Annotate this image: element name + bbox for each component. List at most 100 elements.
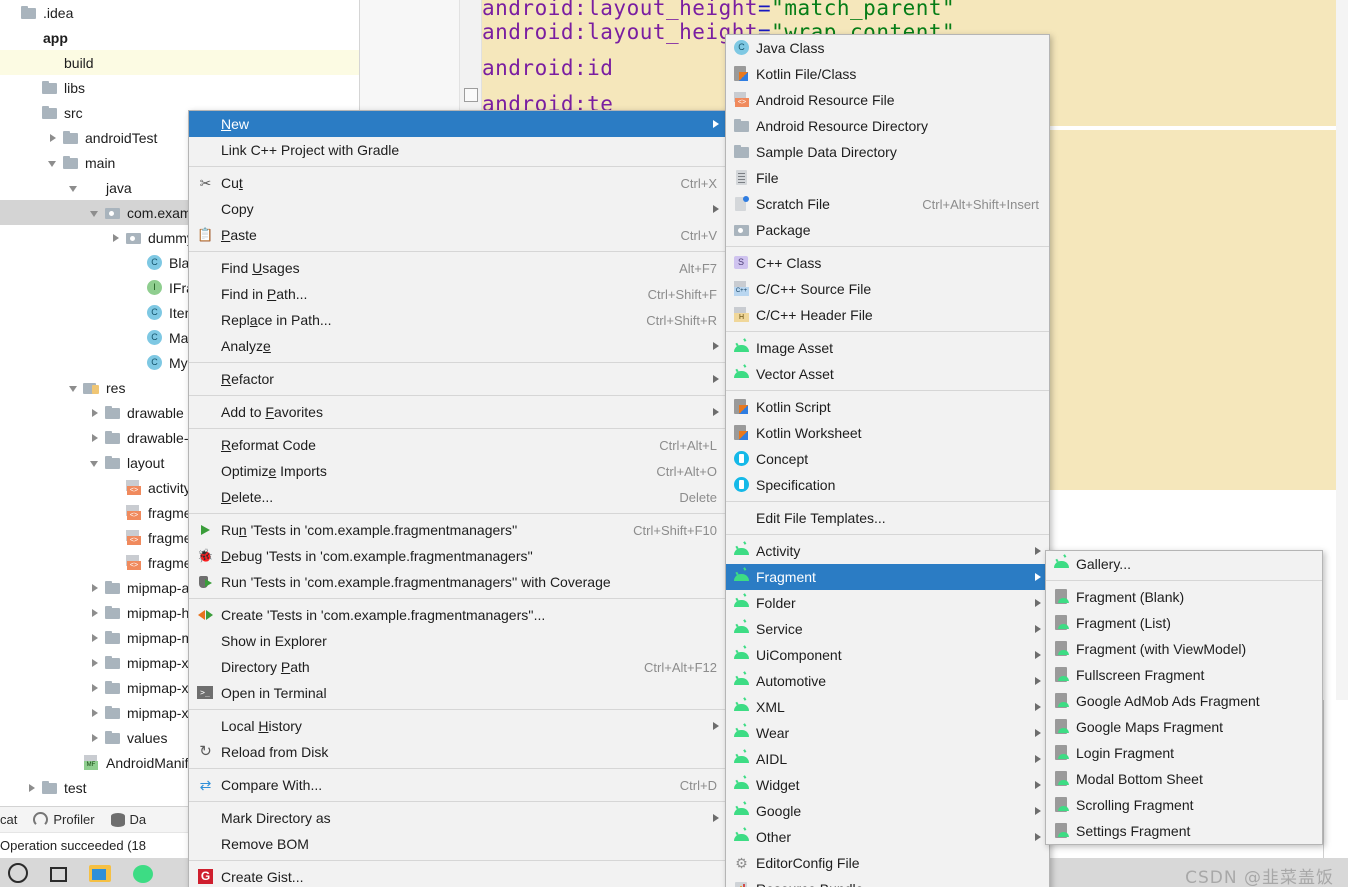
chevron-down-icon[interactable]	[46, 156, 60, 170]
fragment-item-google-maps-fragment[interactable]: Google Maps Fragment	[1046, 714, 1322, 740]
chevron-down-icon[interactable]	[67, 381, 81, 395]
new-item-aidl[interactable]: AIDL	[726, 746, 1049, 772]
tree-item-app[interactable]: app	[0, 25, 359, 50]
new-item-editorconfig-file[interactable]: EditorConfig File	[726, 850, 1049, 876]
task-view-icon[interactable]	[50, 866, 67, 882]
profiler-tab[interactable]: Profiler	[33, 812, 95, 827]
menu-item-new[interactable]: New	[189, 111, 727, 137]
fragment-item-settings-fragment[interactable]: Settings Fragment	[1046, 818, 1322, 844]
new-item-other[interactable]: Other	[726, 824, 1049, 850]
fragment-item-modal-bottom-sheet[interactable]: Modal Bottom Sheet	[1046, 766, 1322, 792]
fragment-item-fragment-list[interactable]: Fragment (List)	[1046, 610, 1322, 636]
fold-marker-icon[interactable]	[464, 88, 478, 102]
fragment-item-gallery[interactable]: Gallery...	[1046, 551, 1322, 577]
menu-item-run-tests-in-com-example-fragmentmanagers[interactable]: Run 'Tests in 'com.example.fragmentmanag…	[189, 517, 727, 543]
menu-item-copy[interactable]: Copy	[189, 196, 727, 222]
new-item-c-c-source-file[interactable]: C/C++ Source File	[726, 276, 1049, 302]
menu-item-refactor[interactable]: Refactor	[189, 366, 727, 392]
new-item-automotive[interactable]: Automotive	[726, 668, 1049, 694]
menu-item-optimize-imports[interactable]: Optimize Imports Ctrl+Alt+O	[189, 458, 727, 484]
chevron-right-icon[interactable]	[88, 606, 102, 620]
new-item-google[interactable]: Google	[726, 798, 1049, 824]
chevron-right-icon[interactable]	[88, 731, 102, 745]
logcat-tab[interactable]: cat	[0, 812, 17, 827]
chevron-down-icon[interactable]	[67, 181, 81, 195]
chevron-right-icon[interactable]	[46, 131, 60, 145]
new-item-folder[interactable]: Folder	[726, 590, 1049, 616]
menu-item-add-to-favorites[interactable]: Add to Favorites	[189, 399, 727, 425]
new-item-service[interactable]: Service	[726, 616, 1049, 642]
new-item-scratch-file[interactable]: Scratch File Ctrl+Alt+Shift+Insert	[726, 191, 1049, 217]
menu-item-remove-bom[interactable]: Remove BOM	[189, 831, 727, 857]
chevron-right-icon[interactable]	[88, 706, 102, 720]
new-item-android-resource-file[interactable]: Android Resource File	[726, 87, 1049, 113]
new-item-kotlin-worksheet[interactable]: Kotlin Worksheet	[726, 420, 1049, 446]
new-item-widget[interactable]: Widget	[726, 772, 1049, 798]
fragment-item-scrolling-fragment[interactable]: Scrolling Fragment	[1046, 792, 1322, 818]
fragment-submenu[interactable]: Gallery... Fragment (Blank) Fragment (List…	[1045, 550, 1323, 845]
fragment-item-login-fragment[interactable]: Login Fragment	[1046, 740, 1322, 766]
new-item-kotlin-file-class[interactable]: Kotlin File/Class	[726, 61, 1049, 87]
project-context-menu[interactable]: New Link C++ Project with Gradle Cut Ctrl+X…	[188, 110, 728, 887]
new-item-image-asset[interactable]: Image Asset	[726, 335, 1049, 361]
new-item-java-class[interactable]: Java Class	[726, 35, 1049, 61]
menu-item-replace-in-path[interactable]: Replace in Path... Ctrl+Shift+R	[189, 307, 727, 333]
menu-item-paste[interactable]: Paste Ctrl+V	[189, 222, 727, 248]
new-item-wear[interactable]: Wear	[726, 720, 1049, 746]
chevron-right-icon[interactable]	[88, 681, 102, 695]
new-item-c-c-header-file[interactable]: C/C++ Header File	[726, 302, 1049, 328]
new-item-c-class[interactable]: C++ Class	[726, 250, 1049, 276]
chevron-right-icon[interactable]	[88, 631, 102, 645]
cortana-circle-icon[interactable]	[8, 862, 28, 883]
menu-item-cut[interactable]: Cut Ctrl+X	[189, 170, 727, 196]
new-item-package[interactable]: Package	[726, 217, 1049, 243]
menu-item-mark-directory-as[interactable]: Mark Directory as	[189, 805, 727, 831]
new-item-xml[interactable]: XML	[726, 694, 1049, 720]
menu-item-open-in-terminal[interactable]: Open in Terminal	[189, 680, 727, 706]
menu-item-create-gist[interactable]: Create Gist...	[189, 864, 727, 887]
new-item-uicomponent[interactable]: UiComponent	[726, 642, 1049, 668]
menu-item-reload-from-disk[interactable]: Reload from Disk	[189, 739, 727, 765]
chevron-right-icon[interactable]	[109, 231, 123, 245]
new-item-specification[interactable]: Specification	[726, 472, 1049, 498]
menu-item-reformat-code[interactable]: Reformat Code Ctrl+Alt+L	[189, 432, 727, 458]
new-item-concept[interactable]: Concept	[726, 446, 1049, 472]
menu-item-link-c-project-with-gradle[interactable]: Link C++ Project with Gradle	[189, 137, 727, 163]
fragment-item-google-admob-ads-fragment[interactable]: Google AdMob Ads Fragment	[1046, 688, 1322, 714]
new-item-kotlin-script[interactable]: Kotlin Script	[726, 394, 1049, 420]
chevron-down-icon[interactable]	[88, 206, 102, 220]
menu-item-find-in-path[interactable]: Find in Path... Ctrl+Shift+F	[189, 281, 727, 307]
fragment-item-fragment-blank[interactable]: Fragment (Blank)	[1046, 584, 1322, 610]
fragment-item-fullscreen-fragment[interactable]: Fullscreen Fragment	[1046, 662, 1322, 688]
new-item-vector-asset[interactable]: Vector Asset	[726, 361, 1049, 387]
chevron-right-icon[interactable]	[88, 656, 102, 670]
menu-item-delete[interactable]: Delete... Delete	[189, 484, 727, 510]
fragment-item-fragment-with-viewmodel[interactable]: Fragment (with ViewModel)	[1046, 636, 1322, 662]
menu-item-show-in-explorer[interactable]: Show in Explorer	[189, 628, 727, 654]
menu-item-find-usages[interactable]: Find Usages Alt+F7	[189, 255, 727, 281]
chevron-right-icon[interactable]	[88, 406, 102, 420]
new-item-android-resource-directory[interactable]: Android Resource Directory	[726, 113, 1049, 139]
menu-item-run-tests-in-com-example-fragmentmanagers-with-coverage[interactable]: Run 'Tests in 'com.example.fragmentmanag…	[189, 569, 727, 595]
menu-item-create-tests-in-com-example-fragmentmanagers[interactable]: Create 'Tests in 'com.example.fragmentma…	[189, 602, 727, 628]
menu-item-debug-tests-in-com-example-fragmentmanagers[interactable]: Debug 'Tests in 'com.example.fragmentman…	[189, 543, 727, 569]
chevron-right-icon[interactable]	[88, 431, 102, 445]
file-explorer-icon[interactable]	[89, 865, 111, 882]
database-tab[interactable]: Da	[110, 812, 146, 827]
menu-item-compare-with[interactable]: Compare With... Ctrl+D	[189, 772, 727, 798]
new-submenu[interactable]: Java Class Kotlin File/Class Android Resou…	[725, 34, 1050, 887]
chevron-right-icon[interactable]	[88, 581, 102, 595]
menu-item-analyze[interactable]: Analyze	[189, 333, 727, 359]
tree-item-libs[interactable]: libs	[0, 75, 359, 100]
tree-item-build[interactable]: build	[0, 50, 359, 75]
wechat-icon[interactable]	[133, 864, 153, 883]
new-item-fragment[interactable]: Fragment	[726, 564, 1049, 590]
menu-item-directory-path[interactable]: Directory Path Ctrl+Alt+F12	[189, 654, 727, 680]
new-item-resource-bundle[interactable]: Resource Bundle	[726, 876, 1049, 887]
new-item-file[interactable]: File	[726, 165, 1049, 191]
new-item-edit-file-templates[interactable]: Edit File Templates...	[726, 505, 1049, 531]
new-item-activity[interactable]: Activity	[726, 538, 1049, 564]
new-item-sample-data-directory[interactable]: Sample Data Directory	[726, 139, 1049, 165]
chevron-down-icon[interactable]	[88, 456, 102, 470]
chevron-right-icon[interactable]	[25, 781, 39, 795]
